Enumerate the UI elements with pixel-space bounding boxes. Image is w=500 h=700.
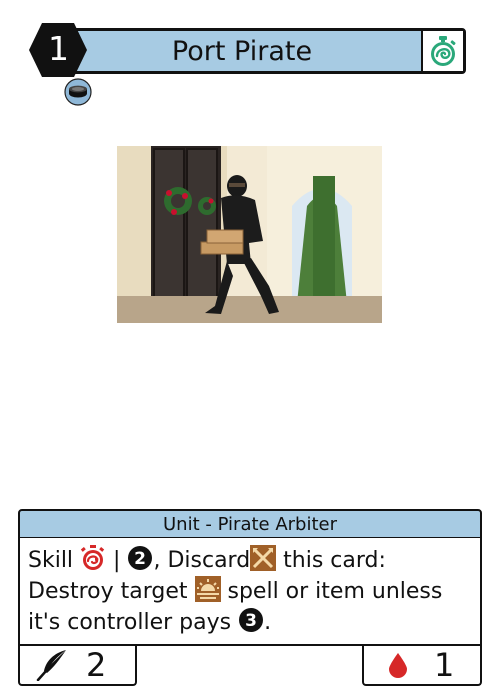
two-circle-icon: 2 (128, 546, 153, 570)
card-art (117, 146, 382, 323)
target-text: spell or item unless (227, 579, 443, 604)
svg-text:2: 2 (135, 549, 147, 569)
crossed-swords-icon (250, 545, 277, 571)
rules-line-2: Destroy target spell or item unless (28, 576, 472, 607)
title-bar: Port Pirate (58, 28, 466, 74)
exhaust-clock-icon (80, 545, 105, 570)
rules-line-1: Skill | 2 , Discard this card: (28, 545, 472, 576)
period-text: . (264, 610, 272, 635)
this-card-text: this card: (283, 548, 386, 573)
three-circle-icon: 3 (239, 608, 264, 632)
rules-text-box: Skill | 2 , Discard this card: Destroy t… (18, 538, 482, 646)
stopwatch-icon (431, 36, 456, 66)
health-stat: 1 (362, 646, 482, 686)
cost-badge: 1 (28, 22, 88, 78)
type-line: Unit - Pirate Arbiter (18, 509, 482, 539)
coin-faction-icon (64, 78, 92, 106)
feather-quill-icon (36, 650, 66, 681)
cost-value: 1 (48, 29, 69, 68)
rules-line-3: it's controller pays 3 . (28, 607, 472, 638)
pays-text: it's controller pays (28, 610, 232, 635)
power-value: 2 (86, 646, 107, 684)
rules-separator: | (113, 548, 121, 573)
speed-indicator (421, 31, 463, 71)
destroy-text: Destroy target (28, 579, 188, 604)
sunrise-icon (194, 576, 221, 602)
lightning-icon (29, 22, 36, 36)
health-value: 1 (434, 646, 455, 684)
skill-keyword: Skill (28, 548, 74, 573)
svg-text:3: 3 (245, 611, 257, 631)
card-title: Port Pirate (171, 35, 313, 67)
discard-text: , Discard (153, 548, 251, 573)
blood-drop-icon (389, 653, 407, 678)
power-stat: 2 (18, 646, 137, 686)
